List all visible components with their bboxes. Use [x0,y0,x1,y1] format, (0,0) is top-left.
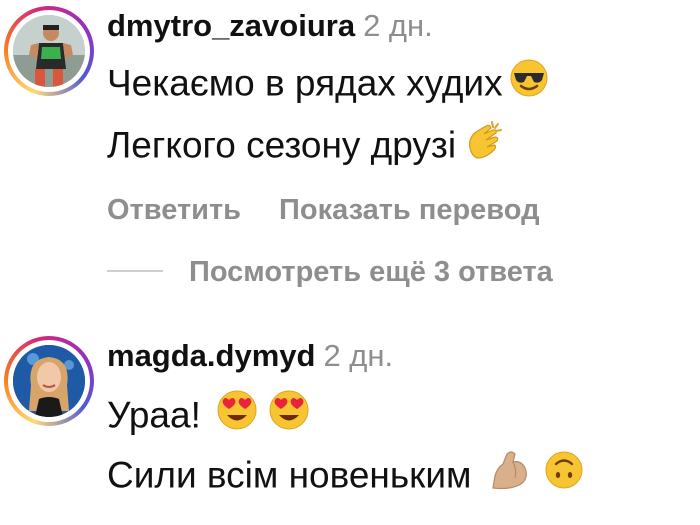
view-replies-label: Посмотреть ещё 3 ответа [189,256,553,288]
avatar-woman-image [13,345,85,417]
comment-text: Сили всім новеньким [107,454,472,496]
comment-text-line: Легкого сезону друзі [107,120,506,175]
comment-text: Легкого сезону друзі [107,124,457,166]
comment-header: magda.dymyd 2 дн. [107,336,393,376]
smiling-face-sunglasses-icon [509,58,549,109]
avatar-gap [8,10,90,92]
avatar-story-ring[interactable] [4,336,94,426]
comment-text-line: Чекаємо в рядах худих [107,58,549,111]
upside-down-face-icon [543,449,585,502]
comment-text-line: Сили всім новеньким [107,450,585,505]
reply-button[interactable]: Ответить [107,194,241,226]
avatar-runner-image [13,15,85,87]
avatar[interactable] [13,15,85,87]
replies-divider [107,270,163,273]
avatar-gap [8,340,90,422]
heart-eyes-icon [267,388,311,443]
username-link[interactable]: dmytro_zavoiura [107,8,355,43]
clapping-hands-icon [462,118,506,173]
avatar-story-ring[interactable] [4,6,94,96]
timestamp: 2 дн. [323,338,394,373]
flexed-biceps-icon [487,448,531,503]
show-translation-button[interactable]: Показать перевод [279,194,539,226]
comment-text-line: Ураа! [107,390,311,445]
username-link[interactable]: magda.dymyd [107,338,315,373]
comment-text: Чекаємо в рядах худих [107,62,503,104]
comment-text: Ураа! [107,394,201,436]
comment-header: dmytro_zavoiura 2 дн. [107,6,433,46]
view-replies-button[interactable]: Посмотреть ещё 3 ответа [107,252,553,292]
heart-eyes-icon [215,388,259,443]
comment-actions: Ответить Показать перевод [107,190,540,230]
avatar[interactable] [13,345,85,417]
timestamp: 2 дн. [363,8,433,43]
